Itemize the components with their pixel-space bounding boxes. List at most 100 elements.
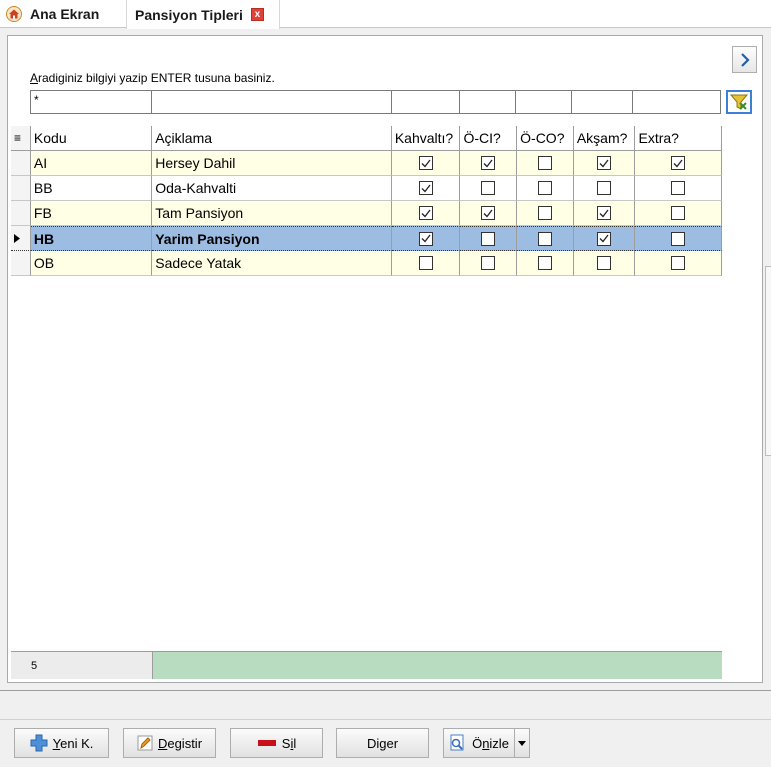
cell-kahvalti[interactable] — [391, 251, 461, 276]
checkbox[interactable] — [597, 206, 612, 220]
table-row[interactable]: BB Oda-Kahvalti — [11, 176, 722, 201]
cell-extra[interactable] — [635, 201, 722, 226]
next-button[interactable] — [732, 46, 757, 73]
checkbox[interactable] — [597, 181, 612, 195]
clear-filter-button[interactable] — [726, 90, 752, 114]
cell-extra[interactable] — [635, 151, 722, 176]
checkbox[interactable] — [537, 256, 552, 270]
cell-oco[interactable] — [517, 226, 574, 251]
table-row[interactable]: FB Tam Pansiyon — [11, 201, 722, 226]
filter-aksam[interactable] — [571, 90, 633, 114]
other-button[interactable]: Diger — [336, 728, 429, 758]
checkbox[interactable] — [481, 181, 496, 195]
column-extra[interactable]: Extra? — [635, 126, 722, 151]
cell-oco[interactable] — [517, 251, 574, 276]
cell-oci[interactable] — [460, 251, 518, 276]
new-button[interactable]: Yeni K. — [14, 728, 109, 758]
checkbox[interactable] — [418, 256, 433, 270]
cell-kahvalti[interactable] — [391, 151, 461, 176]
checkbox[interactable] — [537, 206, 552, 220]
checkbox[interactable] — [537, 156, 552, 170]
cell-oco[interactable] — [517, 201, 574, 226]
cell-oci[interactable] — [460, 226, 518, 251]
filter-extra[interactable] — [632, 90, 721, 114]
tab-ana-ekran[interactable]: Ana Ekran — [6, 0, 99, 28]
checkbox[interactable] — [418, 181, 433, 195]
column-oci[interactable]: Ö-CI? — [460, 126, 518, 151]
row-indicator[interactable] — [11, 151, 31, 176]
cell-aksam[interactable] — [573, 226, 636, 251]
checkbox[interactable] — [481, 206, 496, 220]
filter-kahvalti[interactable] — [391, 90, 460, 114]
checkbox[interactable] — [671, 256, 686, 270]
cell-oci[interactable] — [460, 151, 518, 176]
column-oco[interactable]: Ö-CO? — [517, 126, 574, 151]
column-aksam[interactable]: Akşam? — [573, 126, 636, 151]
checkbox[interactable] — [537, 181, 552, 195]
column-kodu[interactable]: Kodu — [30, 126, 153, 151]
row-indicator[interactable] — [11, 201, 31, 226]
pension-grid: ≡ Kodu Açiklama Kahvaltı? Ö-CI? Ö-CO? Ak… — [11, 126, 722, 276]
cell-aciklama[interactable]: Yarim Pansiyon — [152, 226, 392, 251]
checkbox[interactable] — [481, 231, 496, 246]
cell-extra[interactable] — [635, 176, 722, 201]
checkbox[interactable] — [418, 156, 433, 170]
cell-aksam[interactable] — [573, 201, 636, 226]
cell-aksam[interactable] — [573, 251, 636, 276]
checkbox[interactable] — [418, 231, 433, 246]
cell-extra[interactable] — [635, 251, 722, 276]
cell-aciklama[interactable]: Sadece Yatak — [152, 251, 392, 276]
cell-kodu[interactable]: OB — [30, 251, 153, 276]
column-chooser-icon[interactable]: ≡ — [11, 126, 31, 151]
chevron-right-icon — [740, 52, 750, 67]
cell-oco[interactable] — [517, 151, 574, 176]
checkbox[interactable] — [418, 206, 433, 220]
cell-kodu[interactable]: HB — [30, 226, 153, 251]
checkbox[interactable] — [597, 156, 612, 170]
cell-extra[interactable] — [635, 226, 722, 251]
delete-button[interactable]: Sil — [230, 728, 323, 758]
cell-aksam[interactable] — [573, 151, 636, 176]
tab-pansiyon-tipleri[interactable]: Pansiyon Tipleri x — [126, 0, 280, 29]
filter-oco[interactable] — [515, 90, 572, 114]
checkbox[interactable] — [671, 181, 686, 195]
checkbox[interactable] — [481, 156, 496, 170]
cell-oco[interactable] — [517, 176, 574, 201]
cell-aciklama[interactable]: Tam Pansiyon — [152, 201, 392, 226]
filter-kodu[interactable]: * — [30, 90, 152, 114]
row-indicator[interactable] — [11, 176, 31, 201]
side-panel-handle[interactable] — [765, 266, 771, 456]
checkbox[interactable] — [671, 206, 686, 220]
checkbox[interactable] — [671, 231, 686, 246]
checkbox[interactable] — [671, 156, 686, 170]
filter-oci[interactable] — [459, 90, 516, 114]
checkbox[interactable] — [597, 231, 612, 246]
cell-kodu[interactable]: FB — [30, 201, 153, 226]
cell-aksam[interactable] — [573, 176, 636, 201]
cell-kodu[interactable]: BB — [30, 176, 153, 201]
column-aciklama[interactable]: Açiklama — [152, 126, 392, 151]
checkbox[interactable] — [481, 256, 496, 270]
cell-oci[interactable] — [460, 176, 518, 201]
cell-oci[interactable] — [460, 201, 518, 226]
cell-kahvalti[interactable] — [391, 201, 461, 226]
cell-kahvalti[interactable] — [391, 226, 461, 251]
column-kahvalti[interactable]: Kahvaltı? — [391, 126, 461, 151]
filter-aciklama[interactable] — [151, 90, 392, 114]
row-indicator[interactable] — [11, 251, 31, 276]
cell-kodu[interactable]: AI — [30, 151, 153, 176]
checkbox[interactable] — [537, 231, 552, 246]
cell-aciklama[interactable]: Oda-Kahvalti — [152, 176, 392, 201]
edit-button[interactable]: Degistir — [123, 728, 216, 758]
preview-button[interactable]: Önizle — [443, 728, 515, 758]
table-row[interactable]: AI Hersey Dahil — [11, 151, 722, 176]
checkbox[interactable] — [597, 256, 612, 270]
preview-dropdown-button[interactable] — [514, 728, 530, 758]
table-row[interactable]: HB Yarim Pansiyon — [11, 226, 722, 251]
row-indicator[interactable] — [11, 226, 31, 251]
cell-kahvalti[interactable] — [391, 176, 461, 201]
cell-aciklama[interactable]: Hersey Dahil — [152, 151, 392, 176]
grid-header: ≡ Kodu Açiklama Kahvaltı? Ö-CI? Ö-CO? Ak… — [11, 126, 722, 151]
close-icon[interactable]: x — [250, 8, 264, 21]
table-row[interactable]: OB Sadece Yatak — [11, 251, 722, 276]
